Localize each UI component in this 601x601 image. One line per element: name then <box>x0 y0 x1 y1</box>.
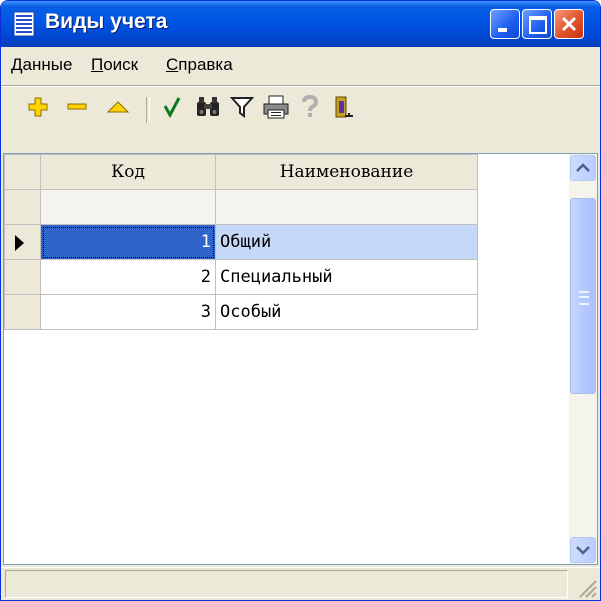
status-panel <box>5 570 568 598</box>
binoculars-icon[interactable] <box>195 87 221 127</box>
grip-icon <box>579 291 589 305</box>
row-indicator[interactable] <box>4 224 41 260</box>
confirm-icon[interactable] <box>159 87 185 127</box>
add-icon[interactable] <box>25 87 51 127</box>
status-bar <box>1 567 600 600</box>
toolbar-separator <box>146 97 150 123</box>
vertical-scrollbar[interactable] <box>569 154 597 564</box>
cell-kod[interactable]: 3 <box>40 294 216 330</box>
scroll-up-button[interactable] <box>570 155 596 181</box>
menu-search[interactable]: Поиск <box>91 55 138 75</box>
help-icon[interactable] <box>297 87 323 127</box>
cell-kod[interactable]: 1 <box>40 224 216 260</box>
menu-bar: Данные Поиск Справка <box>1 47 600 85</box>
filter-name-input[interactable] <box>215 189 478 225</box>
exit-icon[interactable] <box>331 87 357 127</box>
filter-kod-input[interactable] <box>40 189 216 225</box>
print-icon[interactable] <box>263 87 289 127</box>
menu-data[interactable]: Данные <box>11 55 72 75</box>
grid-header-row: Код Наименование <box>4 154 478 190</box>
menu-help[interactable]: Справка <box>166 55 233 75</box>
cell-name[interactable]: Общий <box>215 224 478 260</box>
title-bar[interactable]: Виды учета <box>1 1 600 47</box>
window-title: Виды учета <box>45 10 168 33</box>
chevron-down-icon <box>576 546 590 555</box>
close-button[interactable] <box>554 9 584 39</box>
delete-icon[interactable] <box>64 87 90 127</box>
table-row[interactable]: 2 Специальный <box>4 259 478 295</box>
filter-icon[interactable] <box>229 87 255 127</box>
close-icon <box>561 16 577 32</box>
column-header-kod[interactable]: Код <box>40 154 216 190</box>
column-header-name[interactable]: Наименование <box>215 154 478 190</box>
filter-indicator <box>4 189 41 225</box>
cell-name[interactable]: Специальный <box>215 259 478 295</box>
table-row[interactable]: 1 Общий <box>4 224 478 260</box>
row-indicator[interactable] <box>4 259 41 295</box>
maximize-button[interactable] <box>522 9 552 39</box>
edit-icon[interactable] <box>105 87 131 127</box>
app-icon <box>13 11 35 37</box>
scroll-down-button[interactable] <box>570 537 596 563</box>
scroll-thumb[interactable] <box>570 198 596 394</box>
cell-name[interactable]: Особый <box>215 294 478 330</box>
current-row-arrow-icon <box>15 235 24 251</box>
app-window: Виды учета Данные Поиск Справка Код Наим… <box>0 0 601 601</box>
minimize-button[interactable] <box>490 9 520 39</box>
toolbar <box>1 87 600 151</box>
resize-grip-icon[interactable] <box>576 577 598 599</box>
row-indicator[interactable] <box>4 294 41 330</box>
cell-kod[interactable]: 2 <box>40 259 216 295</box>
filter-row <box>4 189 478 225</box>
chevron-up-icon <box>576 163 590 172</box>
table-row[interactable]: 3 Особый <box>4 294 478 330</box>
data-grid: Код Наименование 1 Общий 2 Специальный 3 <box>3 153 598 565</box>
header-indicator[interactable] <box>4 154 41 190</box>
